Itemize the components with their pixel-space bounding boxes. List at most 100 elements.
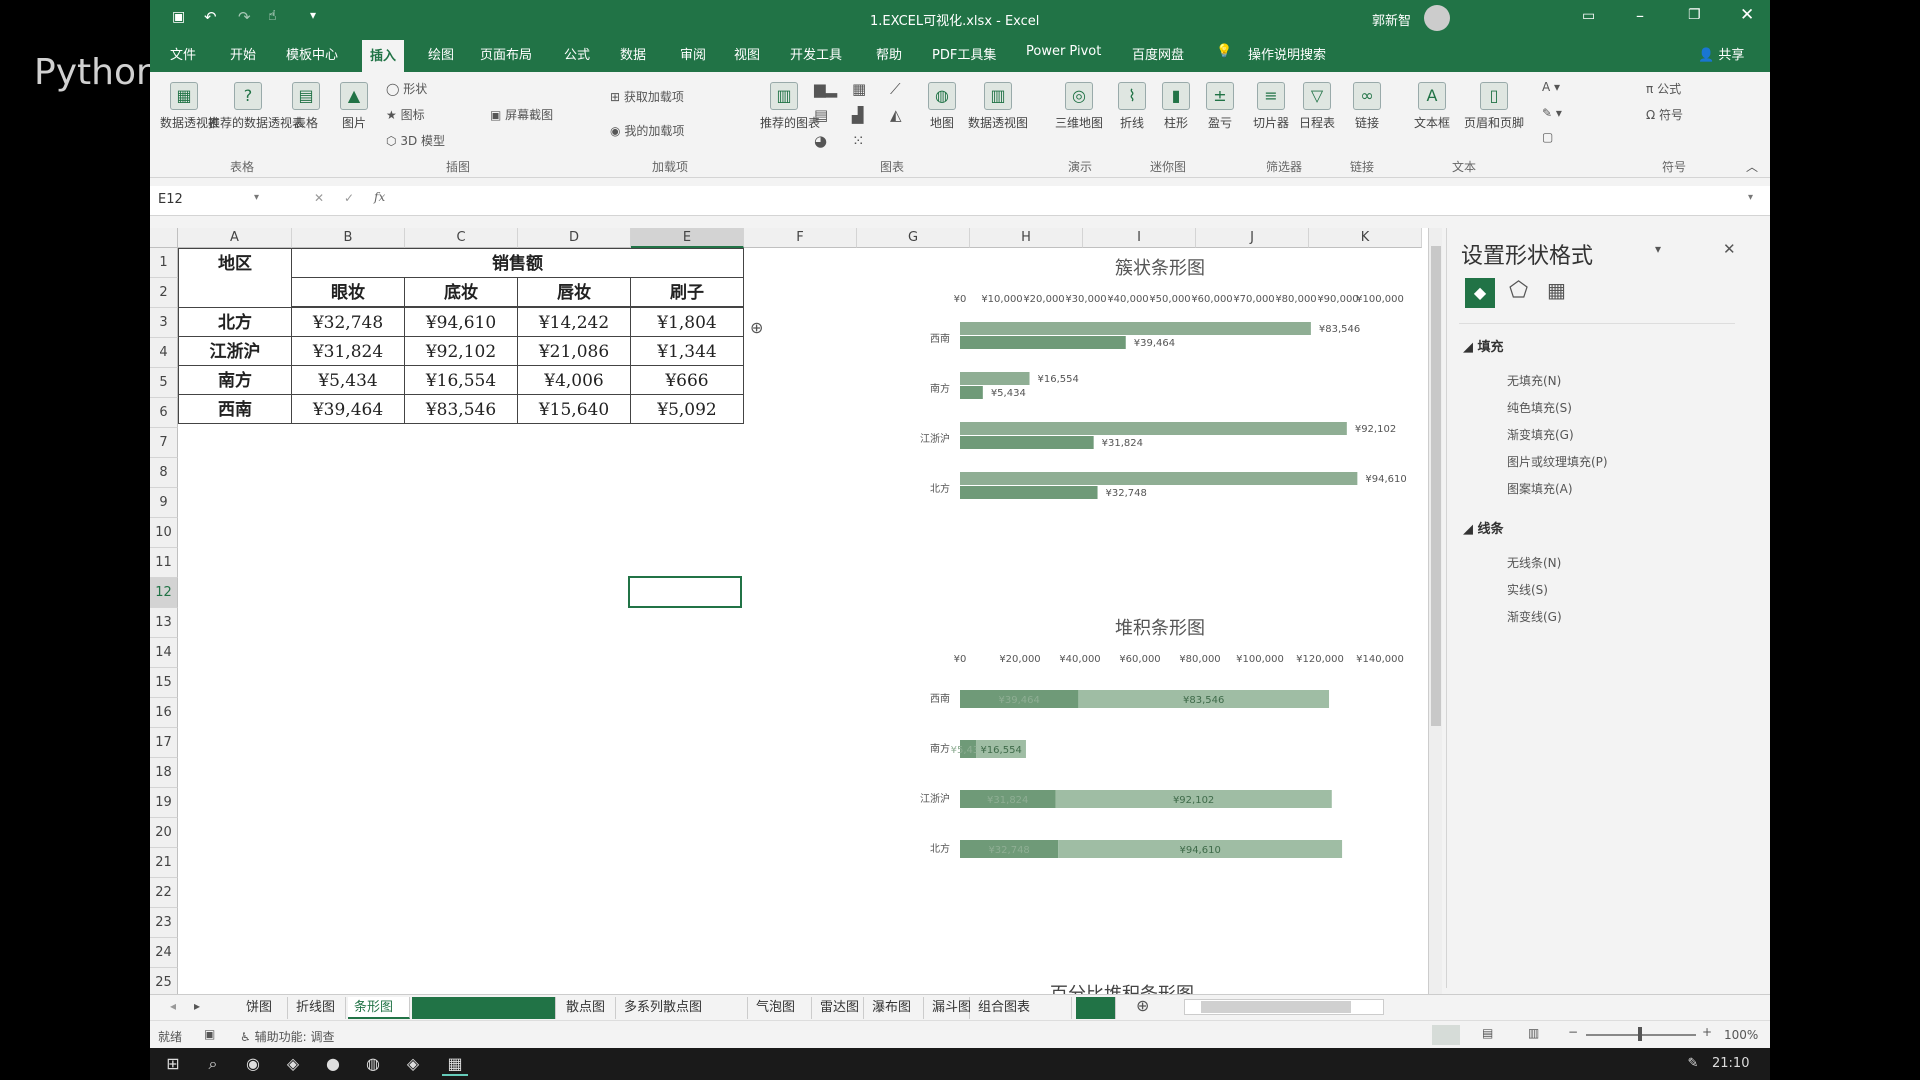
row-header-20[interactable]: 20 — [150, 818, 178, 848]
pane-options-icon[interactable]: ▾ — [1655, 242, 1661, 256]
fill-section[interactable]: ◢ 填充 — [1463, 336, 1504, 355]
map-chart-button[interactable]: ◍ 地图 — [920, 82, 964, 131]
sales-value-cell[interactable]: ¥4,006 — [517, 365, 631, 395]
avatar[interactable] — [1424, 5, 1450, 31]
add-element-icon[interactable]: ⊕ — [750, 318, 763, 337]
collapse-ribbon-icon[interactable]: ︿ — [1746, 158, 1758, 175]
shapes-button[interactable]: ◯ 形状 — [386, 80, 427, 97]
sheet-tab[interactable]: 散点图 — [560, 997, 616, 1019]
sheet-tab[interactable] — [1076, 997, 1116, 1019]
sales-value-cell[interactable]: ¥21,086 — [517, 336, 631, 366]
row-header-18[interactable]: 18 — [150, 758, 178, 788]
recommended-pivot-button[interactable]: ? 推荐的数据透视表 — [208, 82, 304, 131]
header-footer-button[interactable]: ▯ 页眉和页脚 — [1458, 82, 1530, 131]
zoom-level[interactable]: 100% — [1724, 1028, 1758, 1042]
product-header-base[interactable]: 底妆 — [404, 277, 518, 307]
row-header-13[interactable]: 13 — [150, 608, 178, 638]
column-header-A[interactable]: A — [178, 228, 292, 248]
scatter-chart-icon[interactable]: ⁙ — [852, 132, 865, 150]
region-cell[interactable]: 北方 — [178, 307, 292, 337]
row-header-7[interactable]: 7 — [150, 428, 178, 458]
sheet-tab[interactable] — [412, 997, 556, 1019]
share-button[interactable]: 👤 共享 — [1698, 44, 1744, 63]
horizontal-scroll-thumb[interactable] — [1201, 1001, 1351, 1013]
region-cell[interactable]: 西南 — [178, 394, 292, 424]
slicer-button[interactable]: ≡ 切片器 — [1248, 82, 1294, 131]
sales-value-cell[interactable]: ¥94,610 — [404, 307, 518, 337]
function-icon[interactable]: fx — [374, 190, 385, 204]
page-break-view-icon[interactable]: ▥ — [1528, 1026, 1539, 1040]
row-header-17[interactable]: 17 — [150, 728, 178, 758]
row-header-19[interactable]: 19 — [150, 788, 178, 818]
app-icon-4[interactable]: ◍ — [360, 1052, 386, 1076]
tab-templates[interactable]: 模板中心 — [286, 44, 338, 63]
page-layout-view-icon[interactable]: ▤ — [1482, 1026, 1493, 1040]
column-header-H[interactable]: H — [970, 228, 1083, 248]
tab-review[interactable]: 审阅 — [680, 44, 706, 63]
cancel-icon[interactable]: ✕ — [314, 191, 324, 205]
excel-taskbar-icon[interactable]: ▦ — [442, 1052, 468, 1076]
app-icon-1[interactable]: ◉ — [240, 1052, 266, 1076]
sales-value-cell[interactable]: ¥39,464 — [291, 394, 405, 424]
undo-icon[interactable]: ↶ — [204, 8, 217, 26]
column-header-C[interactable]: C — [405, 228, 518, 248]
tab-power-pivot[interactable]: Power Pivot — [1026, 44, 1101, 59]
pie-chart-icon[interactable]: ◕ — [814, 132, 827, 150]
link-button[interactable]: ∞ 链接 — [1350, 82, 1384, 131]
signature-icon[interactable]: ✎ ▾ — [1542, 106, 1562, 120]
column-header-B[interactable]: B — [292, 228, 405, 248]
region-cell[interactable]: 南方 — [178, 365, 292, 395]
row-header-3[interactable]: 3 — [150, 308, 178, 338]
sheet-tab[interactable]: 漏斗图 — [926, 997, 971, 1019]
row-header-11[interactable]: 11 — [150, 548, 178, 578]
fill-option-pattern[interactable]: 图案填充(A) — [1507, 480, 1573, 497]
recommended-charts-button[interactable]: ▥ 推荐的图表 — [760, 82, 820, 131]
pivot-table-button[interactable]: ▦ 数据透视表 — [160, 82, 220, 131]
app-icon-5[interactable]: ◈ — [400, 1052, 426, 1076]
sheet-tab[interactable]: 气泡图 — [750, 997, 812, 1019]
row-header-8[interactable]: 8 — [150, 458, 178, 488]
effects-icon[interactable]: ⬠ — [1509, 278, 1528, 303]
sheet-tab[interactable]: 组合图表 — [972, 997, 1072, 1019]
tell-me-search[interactable]: 操作说明搜索 — [1248, 44, 1326, 63]
sheet-tab[interactable]: 多系列散点图 — [618, 997, 748, 1019]
tab-page-layout[interactable]: 页面布局 — [480, 44, 532, 63]
tab-developer[interactable]: 开发工具 — [790, 44, 842, 63]
column-header-E[interactable]: E — [631, 228, 744, 248]
search-icon[interactable]: ⌕ — [200, 1052, 226, 1076]
fill-option-solid[interactable]: 纯色填充(S) — [1507, 399, 1572, 416]
column-header-J[interactable]: J — [1196, 228, 1309, 248]
fill-option-gradient[interactable]: 渐变填充(G) — [1507, 426, 1574, 443]
textbox-button[interactable]: A 文本框 — [1410, 82, 1454, 131]
my-addins-button[interactable]: ◉ 我的加载项 — [610, 122, 684, 139]
tab-view[interactable]: 视图 — [734, 44, 760, 63]
column-header-I[interactable]: I — [1083, 228, 1196, 248]
bar-chart-icon[interactable]: ▤ — [814, 106, 828, 124]
ribbon-display-icon[interactable]: ▭ — [1582, 8, 1595, 24]
sales-value-cell[interactable]: ¥1,804 — [630, 307, 744, 337]
line-option-gradient[interactable]: 渐变线(G) — [1507, 608, 1562, 625]
select-all-corner[interactable] — [150, 228, 178, 248]
row-header-24[interactable]: 24 — [150, 938, 178, 968]
sparkline-winloss-button[interactable]: ± 盈亏 — [1200, 82, 1240, 131]
close-icon[interactable]: ✕ — [1740, 5, 1754, 25]
tray-icon[interactable]: ✎ — [1680, 1052, 1706, 1076]
screenshot-button[interactable]: ▣ 屏幕截图 — [490, 106, 553, 123]
app-icon-2[interactable]: ◈ — [280, 1052, 306, 1076]
tab-help[interactable]: 帮助 — [876, 44, 902, 63]
add-sheet-icon[interactable]: ⊕ — [1136, 996, 1149, 1015]
row-header-10[interactable]: 10 — [150, 518, 178, 548]
row-header-14[interactable]: 14 — [150, 638, 178, 668]
column-header-D[interactable]: D — [518, 228, 631, 248]
selected-cell-e12[interactable] — [628, 576, 742, 608]
symbol-button[interactable]: Ω 符号 — [1646, 106, 1683, 123]
line-chart-icon[interactable]: ⟋ — [890, 80, 901, 98]
maximize-icon[interactable]: ❐ — [1688, 7, 1701, 23]
row-header-2[interactable]: 2 — [150, 278, 178, 308]
formula-input[interactable] — [412, 192, 1732, 210]
zoom-out-icon[interactable]: − — [1568, 1025, 1578, 1039]
user-name[interactable]: 郭新智 — [1372, 10, 1411, 29]
3d-models-button[interactable]: ⬡ 3D 模型 — [386, 132, 445, 149]
column-header-G[interactable]: G — [857, 228, 970, 248]
sheet-tab[interactable]: 瀑布图 — [866, 997, 924, 1019]
